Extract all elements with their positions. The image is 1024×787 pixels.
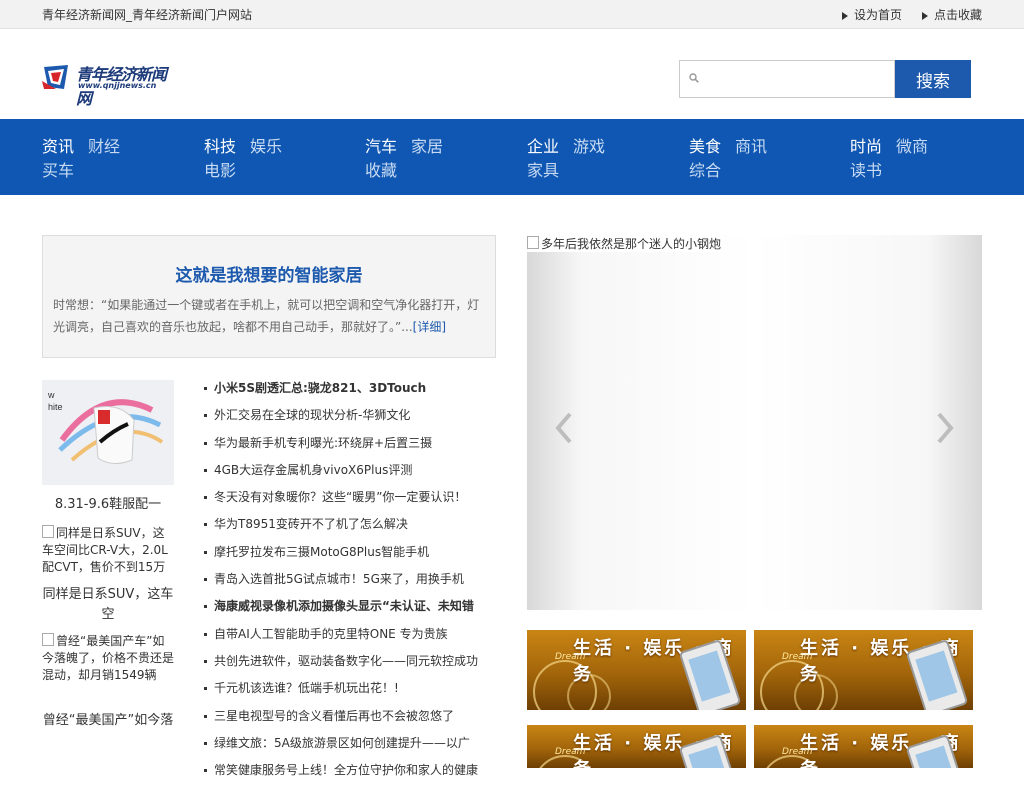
site-title: 青年经济新闻网_青年经济新闻门户网站 (42, 8, 253, 22)
nav-item-shangxun[interactable]: 商讯 (735, 133, 767, 157)
slider-image-broken[interactable]: 多年后我依然是那个迷人的小钢炮 (527, 235, 724, 252)
nav-item-shishang[interactable]: 时尚 (850, 133, 882, 157)
feature-more-link[interactable]: [详细] (413, 320, 446, 334)
thumb-image-broken-2[interactable]: 同样是日系SUV，这车空间比CR-V大，2.0L配CVT，售价不到15万 (42, 525, 174, 576)
slider-alt-text: 多年后我依然是那个迷人的小钢炮 (541, 237, 722, 251)
ad-banner-3[interactable]: 生活 · 娱乐 · 商务 Dream (527, 725, 746, 768)
set-home-link[interactable]: 设为首页 (841, 6, 902, 23)
chevron-right-icon[interactable] (933, 410, 957, 446)
feature-summary: 时常想：“如果能通过一个键或者在手机上，就可以把空调和空气净化器打开，灯光调亮，… (53, 294, 487, 338)
nav-item-zonghe[interactable]: 综合 (689, 157, 721, 181)
news-item[interactable]: 绿维文旅：5A级旅游景区如何创建提升——以广 (204, 733, 497, 760)
bookmark-link[interactable]: 点击收藏 (921, 6, 982, 23)
search-button[interactable]: 搜索 (895, 60, 971, 98)
nav-group-1: 资讯 财经 买车 (42, 133, 192, 183)
news-item[interactable]: 小米5S剧透汇总:骁龙821、3DTouch (204, 378, 497, 405)
feature-article: 这就是我想要的智能家居 时常想：“如果能通过一个键或者在手机上，就可以把空调和空… (42, 235, 496, 358)
triangle-right-icon (921, 11, 928, 20)
news-item[interactable]: 三星电视型号的含义看懂后再也不会被忽悠了 (204, 706, 497, 733)
nav-item-meishi[interactable]: 美食 (689, 133, 721, 157)
thumb-caption-2[interactable]: 同样是日系SUV，这车空 (42, 585, 174, 625)
broken-image-icon (527, 236, 539, 249)
thumb-caption-3[interactable]: 曾经“最美国产”如今落 (42, 711, 174, 731)
news-item[interactable]: 冬天没有对象暖你？这些“暖男”你一定要认识！ (204, 487, 497, 514)
nav-group-4: 企业 游戏 家具 (527, 133, 677, 183)
news-item[interactable]: 常笑健康服务号上线！全方位守护你和家人的健康 (204, 760, 497, 787)
nav-item-jiaju2[interactable]: 家具 (527, 157, 559, 181)
image-slider: 多年后我依然是那个迷人的小钢炮 (527, 235, 982, 610)
news-item[interactable]: 千元机该选谁？低端手机玩出花！! (204, 678, 497, 705)
svg-text:hite: hite (48, 402, 63, 412)
site-logo[interactable]: 青年经济新闻网 www.qnjjnews.cn (42, 61, 172, 108)
top-bar: 青年经济新闻网_青年经济新闻门户网站 设为首页 点击收藏 (0, 0, 1024, 29)
svg-text:w: w (47, 390, 55, 400)
thumb-caption-1[interactable]: 8.31-9.6鞋服配一 (42, 495, 174, 515)
broken-image-icon (42, 525, 54, 538)
nav-item-shoucang[interactable]: 收藏 (365, 157, 397, 181)
nav-group-3: 汽车 家居 收藏 (365, 133, 515, 183)
search-input[interactable] (706, 65, 890, 95)
chevron-left-icon[interactable] (552, 410, 576, 446)
nav-item-jiaju[interactable]: 家居 (411, 133, 443, 157)
news-item[interactable]: 海康威视录像机添加摄像头显示“未认证、未知错 (204, 596, 497, 623)
search-box (679, 60, 895, 98)
nav-item-qiche[interactable]: 汽车 (365, 133, 397, 157)
news-item[interactable]: 摩托罗拉发布三摄MotoG8Plus智能手机 (204, 542, 497, 569)
news-item[interactable]: 自带AI人工智能助手的克里特ONE 专为贵族 (204, 624, 497, 651)
nav-item-maiche[interactable]: 买车 (42, 157, 74, 181)
thumb-alt-3: 曾经“最美国产车”如今落魄了，价格不贵还是混动，却月销1549辆 (42, 634, 175, 682)
news-item[interactable]: 华为T8951变砖开不了机了怎么解决 (204, 514, 497, 541)
thumb-alt-2: 同样是日系SUV，这车空间比CR-V大，2.0L配CVT，售价不到15万 (42, 526, 168, 574)
ad-banner-2[interactable]: 生活 · 娱乐 · 商务 Dream (754, 630, 973, 710)
nav-item-weishang[interactable]: 微商 (896, 133, 928, 157)
set-home-label: 设为首页 (853, 8, 902, 22)
news-item[interactable]: 外汇交易在全球的现状分析-华狮文化 (204, 405, 497, 432)
logo-url: www.qnjjnews.cn (78, 81, 157, 90)
feature-title[interactable]: 这就是我想要的智能家居 (43, 261, 495, 286)
header: 青年经济新闻网 www.qnjjnews.cn 搜索 (0, 29, 1024, 119)
nav-item-keji[interactable]: 科技 (204, 133, 236, 157)
banner-sub: Dream (555, 747, 586, 757)
nav-group-2: 科技 娱乐 电影 (204, 133, 354, 183)
bookmark-label: 点击收藏 (933, 8, 982, 22)
nav-item-caijing[interactable]: 财经 (88, 133, 120, 157)
logo-mark-icon (42, 65, 68, 89)
thumb-image-broken-3[interactable]: 曾经“最美国产车”如今落魄了，价格不贵还是混动，却月销1549辆 (42, 633, 174, 684)
top-links: 设为首页 点击收藏 (841, 6, 982, 23)
nav-item-dushu[interactable]: 读书 (850, 157, 882, 181)
thumb-image-shoes[interactable]: w hite (42, 380, 174, 485)
banner-sub: Dream (555, 652, 586, 662)
triangle-right-icon (841, 11, 848, 20)
ad-banner-1[interactable]: 生活 · 娱乐 · 商务 Dream (527, 630, 746, 710)
thumb-caption-3-text: 曾经“最美国产”如今落 (42, 713, 174, 728)
banner-sub: Dream (782, 652, 813, 662)
thumb-caption-2-text: 同样是日系SUV，这车空 (42, 587, 174, 622)
news-item[interactable]: 4GB大运存金属机身vivoX6Plus评测 (204, 460, 497, 487)
ad-banner-4[interactable]: 生活 · 娱乐 · 商务 Dream (754, 725, 973, 768)
nav-item-yule[interactable]: 娱乐 (250, 133, 282, 157)
broken-image-icon (42, 633, 54, 646)
main-nav: 资讯 财经 买车 科技 娱乐 电影 汽车 家居 收藏 企业 游戏 家具 美食 商… (0, 119, 1024, 195)
nav-group-5: 美食 商讯 综合 (689, 133, 839, 183)
news-item[interactable]: 青岛入选首批5G试点城市！5G来了，用换手机 (204, 569, 497, 596)
nav-group-6: 时尚 微商 读书 (850, 133, 1000, 183)
nav-item-dianying[interactable]: 电影 (204, 157, 236, 181)
news-item[interactable]: 华为最新手机专利曝光:环绕屏+后置三摄 (204, 433, 497, 460)
shoe-promo-image: w hite (42, 380, 174, 485)
news-list: 小米5S剧透汇总:骁龙821、3DTouch 外汇交易在全球的现状分析-华狮文化… (204, 378, 497, 787)
nav-item-youxi[interactable]: 游戏 (573, 133, 605, 157)
news-item[interactable]: 共创先进软件，驱动装备数字化——同元软控成功 (204, 651, 497, 678)
banner-sub: Dream (782, 747, 813, 757)
nav-item-qiye[interactable]: 企业 (527, 133, 559, 157)
nav-item-zixun[interactable]: 资讯 (42, 133, 74, 157)
search-icon (689, 73, 699, 83)
